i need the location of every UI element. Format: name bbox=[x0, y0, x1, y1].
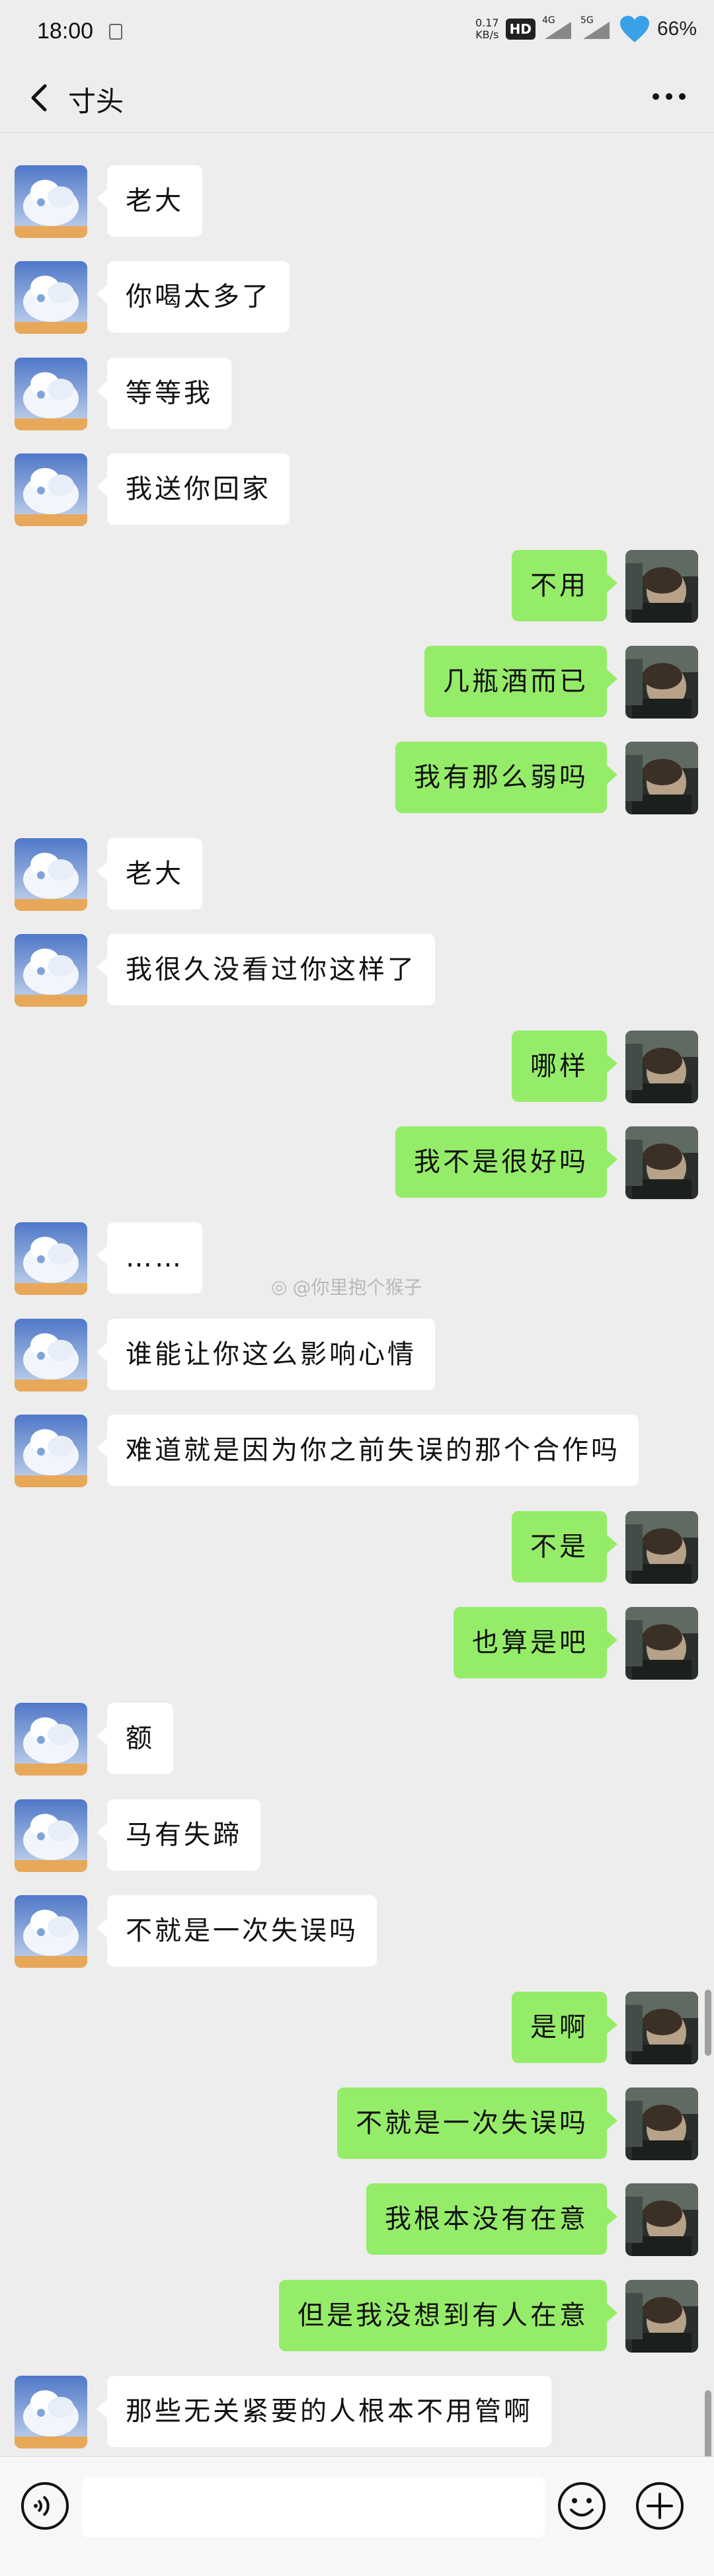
status-icons: 0.17 KB/s HD 4G 5G 66% bbox=[475, 15, 697, 44]
received-message-bubble[interactable]: 不就是一次失误吗 bbox=[97, 1895, 377, 1967]
contact-avatar[interactable] bbox=[15, 1222, 87, 1296]
message-row: 老大 bbox=[0, 165, 714, 239]
contact-avatar[interactable] bbox=[15, 357, 87, 430]
status-bar: 18:00 0.17 KB/s HD 4G 5G 66% bbox=[0, 0, 714, 63]
message-row: 不是 bbox=[0, 1510, 714, 1585]
message-row: 额 bbox=[0, 1703, 714, 1777]
input-bar bbox=[0, 2456, 714, 2576]
sent-message-bubble[interactable]: 几瓶酒而已 bbox=[424, 646, 617, 717]
contact-avatar[interactable] bbox=[15, 838, 87, 911]
sent-message-bubble[interactable]: 不用 bbox=[512, 549, 617, 621]
message-row: 谁能让你这么影响心情 bbox=[0, 1318, 714, 1393]
weibo-icon: ◎ bbox=[271, 1275, 288, 1298]
contact-avatar[interactable] bbox=[15, 1799, 87, 1872]
received-message-bubble[interactable]: 我送你回家 bbox=[97, 453, 290, 526]
received-message-bubble[interactable]: 谁能让你这么影响心情 bbox=[97, 1318, 435, 1390]
scrollbar-thumb[interactable] bbox=[705, 1990, 711, 2056]
message-row: 我很久没看过你这样了 bbox=[0, 934, 714, 1008]
received-message-bubble[interactable]: 等等我 bbox=[97, 357, 231, 429]
contact-avatar[interactable] bbox=[15, 1895, 87, 1969]
received-message-bubble[interactable]: 老大 bbox=[97, 165, 202, 237]
emoji-icon[interactable] bbox=[557, 2481, 607, 2531]
received-message-bubble[interactable]: 额 bbox=[97, 1703, 173, 1775]
message-row: 几瓶酒而已 bbox=[0, 646, 714, 720]
message-row: 我根本没有在意 bbox=[0, 2183, 714, 2257]
network-speed-unit: KB/s bbox=[475, 28, 499, 41]
my-avatar[interactable] bbox=[625, 2088, 698, 2160]
add-more-icon[interactable] bbox=[635, 2481, 685, 2531]
my-avatar[interactable] bbox=[625, 549, 698, 623]
signal-5g-icon: 5G bbox=[580, 15, 612, 40]
my-avatar[interactable] bbox=[625, 1030, 698, 1103]
message-input[interactable] bbox=[82, 2477, 545, 2538]
received-message-bubble[interactable]: …… bbox=[97, 1222, 202, 1294]
status-time: 18:00 bbox=[37, 19, 94, 44]
message-row: 是啊 bbox=[0, 1991, 714, 2066]
watermark-text: @你里抱个猴子 bbox=[292, 1276, 422, 1298]
contact-avatar[interactable] bbox=[15, 1318, 87, 1391]
contact-avatar[interactable] bbox=[15, 453, 87, 527]
contact-avatar[interactable] bbox=[15, 1703, 87, 1776]
sent-message-bubble[interactable]: 也算是吧 bbox=[454, 1607, 617, 1678]
sent-message-bubble[interactable]: 我有那么弱吗 bbox=[395, 742, 617, 814]
message-row: 等等我 bbox=[0, 357, 714, 432]
message-row: 你喝太多了 bbox=[0, 261, 714, 335]
message-row: 老大 bbox=[0, 838, 714, 912]
received-message-bubble[interactable]: 老大 bbox=[97, 838, 202, 910]
received-message-bubble[interactable]: 难道就是因为你之前失误的那个合作吗 bbox=[97, 1415, 639, 1487]
my-avatar[interactable] bbox=[625, 2183, 698, 2257]
hd-badge: HD bbox=[505, 19, 536, 40]
contact-avatar[interactable] bbox=[15, 261, 87, 334]
contact-avatar[interactable] bbox=[15, 1415, 87, 1488]
scrollbar-thumb-lower[interactable] bbox=[705, 2390, 711, 2463]
message-row: 也算是吧 bbox=[0, 1607, 714, 1681]
message-row: 我送你回家 bbox=[0, 453, 714, 527]
received-message-bubble[interactable]: 马有失蹄 bbox=[97, 1799, 260, 1871]
my-avatar[interactable] bbox=[625, 646, 698, 719]
received-message-bubble[interactable]: 你喝太多了 bbox=[97, 261, 290, 333]
my-avatar[interactable] bbox=[625, 1607, 698, 1680]
message-row: 哪样 bbox=[0, 1030, 714, 1105]
battery-heart-icon bbox=[619, 16, 649, 42]
sent-message-bubble[interactable]: 我不是很好吗 bbox=[395, 1126, 617, 1198]
received-message-bubble[interactable]: 我很久没看过你这样了 bbox=[97, 934, 435, 1006]
sent-message-bubble[interactable]: 但是我没想到有人在意 bbox=[279, 2279, 617, 2351]
sent-message-bubble[interactable]: 哪样 bbox=[512, 1030, 617, 1102]
more-options-icon[interactable] bbox=[649, 83, 689, 110]
contact-avatar[interactable] bbox=[15, 165, 87, 238]
battery-level: 66% bbox=[656, 18, 697, 40]
message-row: 难道就是因为你之前失误的那个合作吗 bbox=[0, 1415, 714, 1489]
contact-avatar[interactable] bbox=[15, 934, 87, 1007]
my-avatar[interactable] bbox=[625, 1126, 698, 1199]
network-speed-value: 0.17 bbox=[475, 17, 499, 29]
my-avatar[interactable] bbox=[625, 1510, 698, 1584]
sent-message-bubble[interactable]: 我根本没有在意 bbox=[366, 2183, 617, 2255]
sent-message-bubble[interactable]: 不是 bbox=[512, 1510, 617, 1582]
voice-input-icon[interactable] bbox=[20, 2481, 70, 2531]
back-arrow-icon[interactable] bbox=[25, 82, 54, 114]
my-avatar[interactable] bbox=[625, 742, 698, 815]
network-speed: 0.17 KB/s bbox=[475, 17, 499, 41]
sent-message-bubble[interactable]: 不就是一次失误吗 bbox=[337, 2088, 617, 2159]
my-avatar[interactable] bbox=[625, 1991, 698, 2064]
chat-header: 寸头 bbox=[0, 63, 714, 133]
message-row: 不就是一次失误吗 bbox=[0, 2088, 714, 2162]
signal-4g-icon: 4G bbox=[542, 15, 574, 40]
received-message-bubble[interactable]: 那些无关紧要的人根本不用管啊 bbox=[97, 2376, 551, 2448]
notification-icon bbox=[109, 24, 122, 40]
message-row: 我不是很好吗 bbox=[0, 1126, 714, 1200]
sent-message-bubble[interactable]: 是啊 bbox=[512, 1991, 617, 2063]
message-row: 马有失蹄 bbox=[0, 1799, 714, 1873]
watermark: ◎ @你里抱个猴子 bbox=[271, 1273, 422, 1300]
message-row: 但是我没想到有人在意 bbox=[0, 2279, 714, 2354]
chat-title: 寸头 bbox=[68, 85, 124, 118]
message-row: 我有那么弱吗 bbox=[0, 742, 714, 816]
message-row: 不用 bbox=[0, 549, 714, 624]
my-avatar[interactable] bbox=[625, 2279, 698, 2353]
message-row: 不就是一次失误吗 bbox=[0, 1895, 714, 1969]
message-row: 那些无关紧要的人根本不用管啊 bbox=[0, 2376, 714, 2450]
contact-avatar[interactable] bbox=[15, 2376, 87, 2449]
